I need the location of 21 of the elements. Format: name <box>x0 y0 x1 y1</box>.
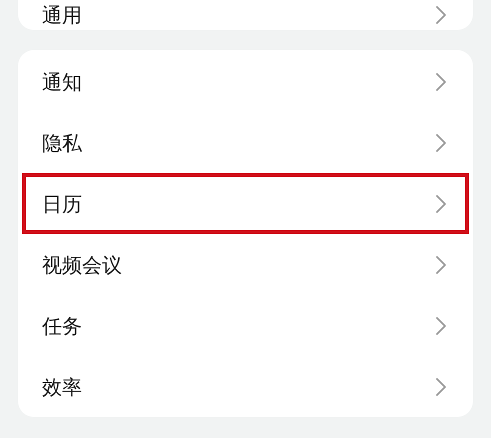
chevron-right-icon <box>435 194 447 214</box>
chevron-right-icon <box>435 132 447 152</box>
item-label: 任务 <box>42 312 82 340</box>
settings-item[interactable]: 通用 <box>22 0 469 30</box>
item-label: 效率 <box>42 374 82 400</box>
settings-item[interactable]: 效率 <box>22 356 469 417</box>
settings-item[interactable]: 隐私 <box>22 112 469 173</box>
item-label: 视频会议 <box>42 252 122 278</box>
item-label: 通用 <box>42 2 82 29</box>
settings-item[interactable]: 任务 <box>22 295 469 356</box>
settings-item[interactable]: 通知 <box>22 51 469 112</box>
chevron-right-icon <box>435 5 447 25</box>
item-label: 日历 <box>42 190 82 218</box>
chevron-right-icon <box>435 72 447 92</box>
settings-item[interactable]: 日历 <box>22 173 469 234</box>
item-label: 通知 <box>42 68 82 96</box>
item-label: 隐私 <box>42 130 82 156</box>
chevron-right-icon <box>435 316 447 336</box>
chevron-right-icon <box>435 254 447 274</box>
settings-item[interactable]: 视频会议 <box>22 234 469 295</box>
chevron-right-icon <box>435 376 447 396</box>
